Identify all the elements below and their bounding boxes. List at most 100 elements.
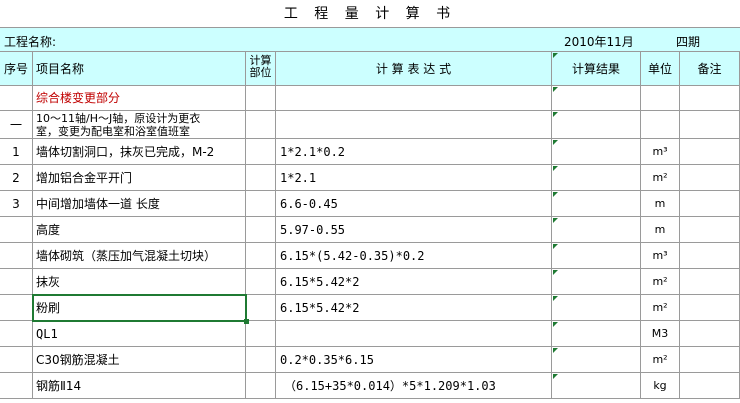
- row-0-unit[interactable]: [641, 86, 680, 111]
- row-3-result[interactable]: [552, 165, 641, 191]
- row-7-expr[interactable]: 6.15*5.42*2: [276, 269, 552, 295]
- row-2-expr[interactable]: 1*2.1*0.2: [276, 139, 552, 165]
- row-8-part[interactable]: [246, 295, 276, 321]
- row-11-expr[interactable]: （6.15+35*0.014）*5*1.209*1.03: [276, 373, 552, 399]
- row-9-unit[interactable]: M3: [641, 321, 680, 347]
- row-6-expr[interactable]: 6.15*(5.42-0.35)*0.2: [276, 243, 552, 269]
- header-part-line2: 部位: [249, 66, 272, 80]
- row-1-name[interactable]: 10～11轴/H～J轴，原设计为更衣 室，变更为配电室和浴室值班室: [33, 111, 246, 139]
- row-4-note[interactable]: [680, 191, 740, 217]
- row-5-expr[interactable]: 5.97-0.55: [276, 217, 552, 243]
- header-seq: 序号: [0, 52, 33, 86]
- row-7-unit[interactable]: m²: [641, 269, 680, 295]
- row-5-note[interactable]: [680, 217, 740, 243]
- row-10-expr[interactable]: 0.2*0.35*6.15: [276, 347, 552, 373]
- row-9-result[interactable]: [552, 321, 641, 347]
- row-11-note[interactable]: [680, 373, 740, 399]
- row-6-result[interactable]: [552, 243, 641, 269]
- spreadsheet: 工 程 量 计 算 书 工程名称: 2010年11月 四期 序号 项目名称 计算…: [0, 0, 740, 403]
- row-9-part[interactable]: [246, 321, 276, 347]
- row-5-name[interactable]: 高度: [33, 217, 246, 243]
- row-11-name[interactable]: 钢筋Ⅱ14: [33, 373, 246, 399]
- row-8-unit[interactable]: m²: [641, 295, 680, 321]
- row-5-part[interactable]: [246, 217, 276, 243]
- row-8-expr[interactable]: 6.15*5.42*2: [276, 295, 552, 321]
- formula-indicator-icon: [553, 140, 558, 145]
- row-7-note[interactable]: [680, 269, 740, 295]
- row-4-expr[interactable]: 6.6-0.45: [276, 191, 552, 217]
- row-5-seq[interactable]: [0, 217, 33, 243]
- row-0-name[interactable]: 综合楼变更部分: [33, 86, 246, 111]
- row-9-seq[interactable]: [0, 321, 33, 347]
- row-5-result[interactable]: [552, 217, 641, 243]
- row-0-part[interactable]: [246, 86, 276, 111]
- formula-indicator-icon: [553, 296, 558, 301]
- row-8-note[interactable]: [680, 295, 740, 321]
- row-1-expr[interactable]: [276, 111, 552, 139]
- header-note: 备注: [680, 52, 740, 86]
- row-11-result[interactable]: [552, 373, 641, 399]
- row-6-seq[interactable]: [0, 243, 33, 269]
- project-info-bar: 工程名称: 2010年11月 四期: [0, 28, 740, 52]
- row-1-seq[interactable]: 一: [0, 111, 33, 139]
- row-0-expr[interactable]: [276, 86, 552, 111]
- row-0-note[interactable]: [680, 86, 740, 111]
- row-1-unit[interactable]: [641, 111, 680, 139]
- row-3-expr[interactable]: 1*2.1: [276, 165, 552, 191]
- formula-indicator-icon: [553, 270, 558, 275]
- row-2-name[interactable]: 墙体切割洞口，抹灰已完成，M-2: [33, 139, 246, 165]
- row-4-name[interactable]: 中间增加墙体一道 长度: [33, 191, 246, 217]
- row-4-result[interactable]: [552, 191, 641, 217]
- row-0-seq[interactable]: [0, 86, 33, 111]
- row-3-unit[interactable]: m²: [641, 165, 680, 191]
- row-6-note[interactable]: [680, 243, 740, 269]
- row-9-expr[interactable]: [276, 321, 552, 347]
- row-6-part[interactable]: [246, 243, 276, 269]
- row-10-name[interactable]: C30钢筋混凝土: [33, 347, 246, 373]
- header-part: 计算 部位: [246, 52, 276, 86]
- row-4-part[interactable]: [246, 191, 276, 217]
- row-3-seq[interactable]: 2: [0, 165, 33, 191]
- formula-indicator-icon: [553, 166, 558, 171]
- row-11-unit[interactable]: kg: [641, 373, 680, 399]
- row-6-name[interactable]: 墙体砌筑（蒸压加气混凝土切块）: [33, 243, 246, 269]
- formula-indicator-icon: [553, 192, 558, 197]
- row-2-note[interactable]: [680, 139, 740, 165]
- project-period: 四期: [676, 35, 701, 49]
- selected-cell[interactable]: [32, 294, 247, 322]
- row-9-note[interactable]: [680, 321, 740, 347]
- row-5-unit[interactable]: m: [641, 217, 680, 243]
- row-8-result[interactable]: [552, 295, 641, 321]
- row-10-unit[interactable]: m²: [641, 347, 680, 373]
- row-7-seq[interactable]: [0, 269, 33, 295]
- row-1-note[interactable]: [680, 111, 740, 139]
- row-2-unit[interactable]: m³: [641, 139, 680, 165]
- row-4-unit[interactable]: m: [641, 191, 680, 217]
- formula-indicator-icon: [553, 374, 558, 379]
- row-7-name[interactable]: 抹灰: [33, 269, 246, 295]
- row-10-result[interactable]: [552, 347, 641, 373]
- row-7-part[interactable]: [246, 269, 276, 295]
- row-11-part[interactable]: [246, 373, 276, 399]
- row-1-result[interactable]: [552, 111, 641, 139]
- row-10-seq[interactable]: [0, 347, 33, 373]
- formula-indicator-icon: [553, 218, 558, 223]
- row-11-seq[interactable]: [0, 373, 33, 399]
- row-6-unit[interactable]: m³: [641, 243, 680, 269]
- row-7-result[interactable]: [552, 269, 641, 295]
- fill-handle[interactable]: [244, 319, 249, 324]
- row-2-seq[interactable]: 1: [0, 139, 33, 165]
- row-2-part[interactable]: [246, 139, 276, 165]
- row-9-name[interactable]: QL1: [33, 321, 246, 347]
- row-10-part[interactable]: [246, 347, 276, 373]
- row-3-part[interactable]: [246, 165, 276, 191]
- row-3-note[interactable]: [680, 165, 740, 191]
- row-3-name[interactable]: 增加铝合金平开门: [33, 165, 246, 191]
- row-2-result[interactable]: [552, 139, 641, 165]
- row-10-note[interactable]: [680, 347, 740, 373]
- row-4-seq[interactable]: 3: [0, 191, 33, 217]
- row-divider: [0, 399, 740, 403]
- row-1-part[interactable]: [246, 111, 276, 139]
- row-8-seq[interactable]: [0, 295, 33, 321]
- row-0-result[interactable]: [552, 86, 641, 111]
